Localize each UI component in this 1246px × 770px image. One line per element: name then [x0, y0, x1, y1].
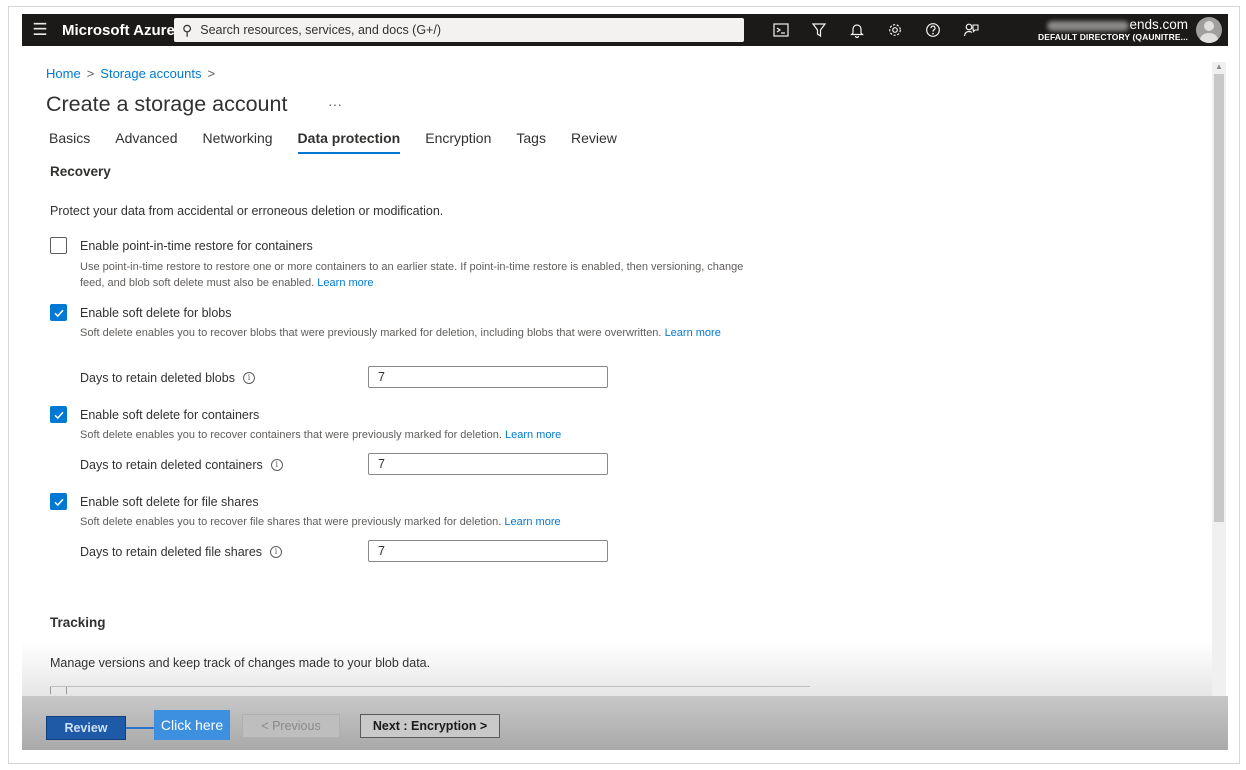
breadcrumb-home[interactable]: Home — [46, 66, 81, 81]
next-encryption-button[interactable]: Next : Encryption > — [360, 714, 500, 738]
previous-button[interactable]: < Previous — [242, 714, 340, 738]
recovery-description: Protect your data from accidental or err… — [50, 204, 444, 218]
account-menu[interactable]: ends.com DEFAULT DIRECTORY (QAUNITRE... — [1038, 17, 1228, 43]
breadcrumb-separator: > — [86, 66, 95, 81]
soft-delete-blobs-label: Enable soft delete for blobs — [80, 306, 232, 320]
soft-delete-fileshares-help-text: Soft delete enables you to recover file … — [80, 516, 561, 528]
vertical-scrollbar[interactable]: ▲ — [1212, 62, 1226, 696]
tracking-description: Manage versions and keep track of change… — [50, 656, 431, 670]
breadcrumb-separator: > — [207, 66, 216, 81]
breadcrumb: Home > Storage accounts > — [46, 66, 215, 81]
main-content: Home > Storage accounts > Create a stora… — [22, 46, 1212, 696]
days-fileshares-label: Days to retain deleted file shares i — [80, 545, 283, 559]
checkmark-icon — [53, 498, 64, 506]
tracking-heading: Tracking — [50, 615, 106, 630]
pitr-help-text: Use point-in-time restore to restore one… — [80, 261, 744, 289]
review-button[interactable]: Review — [46, 716, 126, 740]
tab-encryption[interactable]: Encryption — [425, 130, 491, 154]
brand-name[interactable]: Microsoft Azure — [62, 22, 175, 39]
wizard-footer: Review Click here < Previous Next : Encr… — [22, 696, 1228, 750]
blobs-learn-more-link[interactable]: Learn more — [665, 327, 721, 339]
soft-delete-containers-help-text: Soft delete enables you to recover conta… — [80, 429, 562, 441]
info-icon[interactable]: i — [242, 372, 255, 384]
page-title: Create a storage account — [46, 92, 288, 116]
search-box[interactable]: ⚲ Search resources, services, and docs (… — [174, 18, 744, 42]
soft-delete-blobs-checkbox[interactable] — [50, 304, 67, 321]
redacted-email-blur — [1047, 20, 1130, 31]
soft-delete-fileshares-checkbox[interactable] — [50, 493, 67, 510]
tab-data-protection[interactable]: Data protection — [297, 130, 401, 154]
tab-tags[interactable]: Tags — [516, 130, 546, 154]
fileshares-learn-more-link[interactable]: Learn more — [504, 516, 560, 528]
days-blobs-input[interactable] — [368, 366, 608, 388]
days-fileshares-input[interactable] — [368, 540, 608, 562]
checkmark-icon — [53, 411, 64, 419]
days-blobs-label: Days to retain deleted blobs i — [80, 371, 255, 385]
notifications-bell-icon[interactable] — [842, 14, 872, 46]
containers-learn-more-link[interactable]: Learn more — [505, 429, 561, 441]
soft-delete-containers-checkbox[interactable] — [50, 406, 67, 423]
pitr-label: Enable point-in-time restore for contain… — [80, 239, 313, 253]
tab-review[interactable]: Review — [571, 130, 617, 154]
search-placeholder: Search resources, services, and docs (G+… — [200, 23, 441, 37]
pitr-learn-more-link[interactable]: Learn more — [317, 277, 373, 289]
days-containers-input[interactable] — [368, 453, 608, 475]
cloud-shell-icon[interactable] — [766, 14, 796, 46]
wizard-tabs: Basics Advanced Networking Data protecti… — [49, 130, 642, 154]
azure-top-bar: ☰ Microsoft Azure ⚲ Search resources, se… — [22, 14, 1228, 46]
directory-filter-icon[interactable] — [804, 14, 834, 46]
soft-delete-containers-label: Enable soft delete for containers — [80, 408, 260, 422]
checkmark-icon — [53, 309, 64, 317]
scroll-up-arrow-icon[interactable]: ▲ — [1215, 62, 1223, 71]
feedback-icon[interactable] — [956, 14, 986, 46]
soft-delete-blobs-help-text: Soft delete enables you to recover blobs… — [80, 327, 721, 339]
scrollbar-thumb[interactable] — [1214, 74, 1224, 522]
hamburger-menu-icon[interactable]: ☰ — [22, 14, 58, 46]
callout-connector-line — [126, 727, 154, 729]
partial-divider — [50, 686, 810, 696]
click-here-callout: Click here — [154, 710, 230, 740]
tab-basics[interactable]: Basics — [49, 130, 90, 154]
soft-delete-fileshares-label: Enable soft delete for file shares — [80, 495, 259, 509]
avatar[interactable] — [1196, 17, 1222, 43]
info-icon[interactable]: i — [270, 546, 283, 558]
tab-networking[interactable]: Networking — [203, 130, 273, 154]
recovery-heading: Recovery — [50, 164, 111, 179]
info-icon[interactable]: i — [270, 459, 283, 471]
days-containers-label: Days to retain deleted containers i — [80, 458, 283, 472]
tab-advanced[interactable]: Advanced — [115, 130, 177, 154]
search-icon: ⚲ — [182, 21, 193, 38]
help-question-icon[interactable] — [918, 14, 948, 46]
account-directory: DEFAULT DIRECTORY (QAUNITRE... — [1037, 31, 1188, 42]
breadcrumb-storage-accounts[interactable]: Storage accounts — [100, 66, 201, 81]
settings-gear-icon[interactable] — [880, 14, 910, 46]
pitr-checkbox[interactable] — [50, 237, 67, 254]
account-email: ends.com — [1038, 18, 1188, 32]
more-options-icon[interactable]: ··· — [328, 96, 342, 112]
toolbar-icons — [766, 14, 994, 46]
